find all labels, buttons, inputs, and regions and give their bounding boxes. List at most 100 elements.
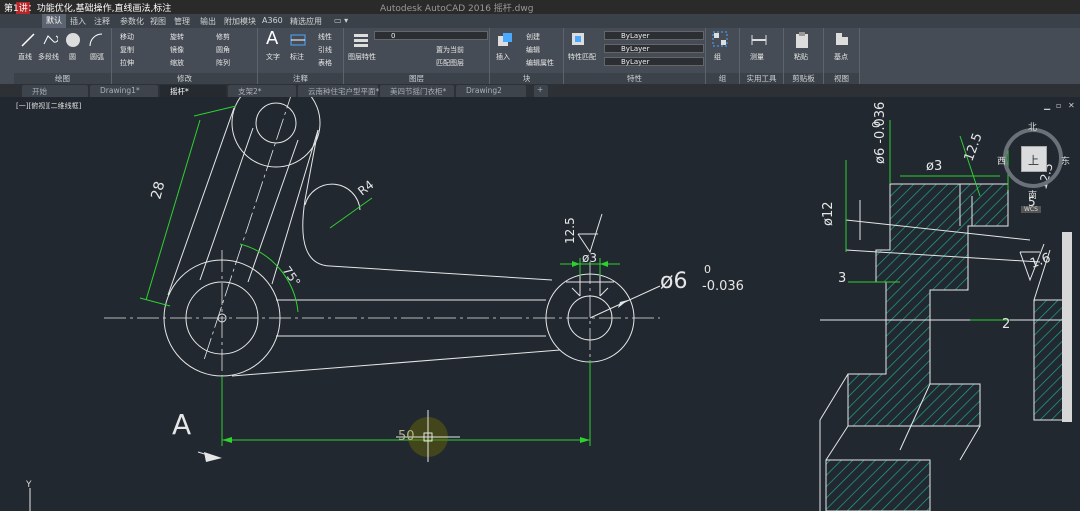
ribbon-tab-7[interactable]: 附加模块 (224, 16, 256, 27)
arc-icon[interactable] (88, 32, 104, 48)
base-view-icon[interactable] (834, 31, 850, 47)
viewcube-west[interactable]: 西 (997, 154, 1006, 167)
mirror-button[interactable]: 镜像 (170, 45, 184, 55)
ribbon-tab-3[interactable]: 参数化 (120, 16, 144, 27)
draw-arc-button[interactable]: 圆弧 (90, 52, 104, 62)
ribbon-tab-0[interactable]: 默认 (42, 14, 66, 28)
paste-button[interactable]: 粘贴 (794, 52, 808, 62)
drawing-canvas[interactable]: 28 R4 75° 12.5 ø3 ø6 0 -0.036 50 A ø6 -0… (0, 97, 1080, 511)
measure-button[interactable]: 测量 (750, 52, 764, 62)
trim-button[interactable]: 修剪 (216, 32, 230, 42)
new-tab-plus-icon[interactable]: + (534, 85, 548, 97)
copy-button[interactable]: 复制 (120, 45, 134, 55)
table-button[interactable]: 表格 (318, 58, 332, 68)
panel-view-label[interactable]: 视图 (824, 73, 859, 84)
match-properties-icon[interactable] (570, 31, 586, 47)
ribbon-tab-2[interactable]: 注释 (94, 16, 110, 27)
text-button[interactable]: 文字 (266, 52, 280, 62)
panel-modify-label[interactable]: 修改 (112, 73, 257, 84)
layer-properties-button[interactable]: 图层特性 (348, 52, 376, 62)
lineweight-dropdown[interactable]: ByLayer (604, 57, 704, 66)
insert-button[interactable]: 插入 (496, 52, 510, 62)
panel-utilities-label[interactable]: 实用工具 (740, 73, 783, 84)
ribbon-tab-1[interactable]: 插入 (70, 16, 86, 27)
panel-draw: 直线 多段线 圆 圆弧 绘图 (14, 28, 112, 84)
draw-line-button[interactable]: 直线 (18, 52, 32, 62)
layer-properties-icon[interactable] (352, 31, 370, 49)
dimension-icon[interactable] (290, 32, 306, 48)
match-layer-button[interactable]: 匹配图层 (436, 58, 464, 68)
base-button[interactable]: 基点 (834, 52, 848, 62)
vertical-scrollbar[interactable] (1062, 232, 1072, 422)
draw-polyline-button[interactable]: 多段线 (38, 52, 59, 62)
restore-viewport-button[interactable]: ▫ (1056, 101, 1061, 110)
fillet-button[interactable]: 圆角 (216, 45, 230, 55)
ribbon-tab-6[interactable]: 输出 (200, 16, 216, 27)
panel-block-label[interactable]: 块 (490, 73, 563, 84)
set-current-button[interactable]: 置为当前 (436, 45, 464, 55)
edit-block-button[interactable]: 编辑 (526, 45, 540, 55)
color-dropdown[interactable]: ByLayer (604, 31, 704, 40)
line-icon[interactable] (20, 32, 36, 48)
leader-button[interactable]: 引线 (318, 45, 332, 55)
stretch-button[interactable]: 拉伸 (120, 58, 134, 68)
paste-icon[interactable] (794, 31, 810, 49)
document-tab[interactable]: Drawing1* (90, 85, 158, 97)
draw-circle-button[interactable]: 圆 (69, 52, 76, 62)
group-button[interactable]: 组 (714, 52, 721, 62)
group-icon[interactable] (712, 31, 728, 47)
ribbon-options-icon[interactable]: ▭ ▾ (334, 16, 348, 25)
linear-dim-button[interactable]: 线性 (318, 32, 332, 42)
viewcube[interactable]: 上 北 南 东 西 WCS (997, 120, 1077, 220)
close-viewport-button[interactable]: ✕ (1068, 101, 1075, 110)
edit-attributes-button[interactable]: 编辑属性 (526, 58, 554, 68)
panel-annotation-label[interactable]: 注释 (258, 73, 343, 84)
viewcube-top-face[interactable]: 上 (1021, 146, 1047, 172)
section-label-a: A (172, 408, 191, 441)
linetype-dropdown[interactable]: ByLayer (604, 44, 704, 53)
right-phi6-text: ø6 -0.036 (873, 102, 888, 164)
drawing-svg[interactable]: 28 R4 75° 12.5 ø3 ø6 0 -0.036 50 A ø6 -0… (0, 97, 1080, 511)
document-tab[interactable]: 美四节摇门衣柜* (380, 85, 454, 97)
rotate-button[interactable]: 旋转 (170, 32, 184, 42)
document-tab[interactable]: 摇杆* (160, 85, 226, 97)
layer-dropdown[interactable]: 0 (374, 31, 488, 40)
dimension-button[interactable]: 标注 (290, 52, 304, 62)
panel-draw-label[interactable]: 绘图 (14, 73, 111, 84)
panel-layers-label[interactable]: 图层 (344, 73, 489, 84)
document-tab-label: 开始 (32, 87, 47, 96)
document-tab[interactable]: Drawing2 (456, 85, 526, 97)
right-12-5-text: 12.5 (962, 131, 986, 163)
viewcube-north[interactable]: 北 (1028, 120, 1037, 133)
document-tab-label: Drawing2 (466, 86, 502, 95)
document-tab[interactable]: 支架2* (228, 85, 296, 97)
ribbon-tab-9[interactable]: 精选应用 (290, 16, 322, 27)
text-a-icon[interactable]: A (266, 28, 278, 49)
create-block-button[interactable]: 创建 (526, 32, 540, 42)
move-button[interactable]: 移动 (120, 32, 134, 42)
measure-icon[interactable] (750, 31, 768, 49)
match-properties-button[interactable]: 特性匹配 (568, 52, 596, 62)
scale-button[interactable]: 缩放 (170, 58, 184, 68)
viewcube-east[interactable]: 东 (1061, 154, 1070, 167)
insert-block-icon[interactable] (496, 31, 514, 49)
document-tab[interactable]: 云南种住宅户型平面* (298, 85, 379, 97)
dim-tol-lower-text: -0.036 (702, 279, 744, 294)
panel-clipboard-label[interactable]: 剪贴板 (784, 73, 823, 84)
document-tab-label: 美四节摇门衣柜* (390, 87, 447, 96)
panel-properties-label[interactable]: 特性 (564, 73, 705, 84)
panel-view: 基点 视图 (824, 28, 860, 84)
polyline-icon[interactable] (42, 32, 58, 48)
ribbon-tab-8[interactable]: A360 (262, 16, 283, 25)
viewcube-south[interactable]: 南 (1028, 188, 1037, 201)
document-tab[interactable]: 开始 (22, 85, 88, 97)
circle-icon[interactable] (64, 31, 82, 49)
viewcube-face-label: 上 (1028, 154, 1039, 167)
array-button[interactable]: 阵列 (216, 58, 230, 68)
viewport-controls[interactable]: [一][俯视][二维线框] (16, 101, 81, 111)
panel-groups-label[interactable]: 组 (706, 73, 739, 84)
wcs-menu[interactable]: WCS (1021, 206, 1041, 213)
minimize-viewport-button[interactable]: ▁ (1044, 101, 1050, 110)
ribbon-tab-4[interactable]: 视图 (150, 16, 166, 27)
ribbon-tab-5[interactable]: 管理 (174, 16, 190, 27)
